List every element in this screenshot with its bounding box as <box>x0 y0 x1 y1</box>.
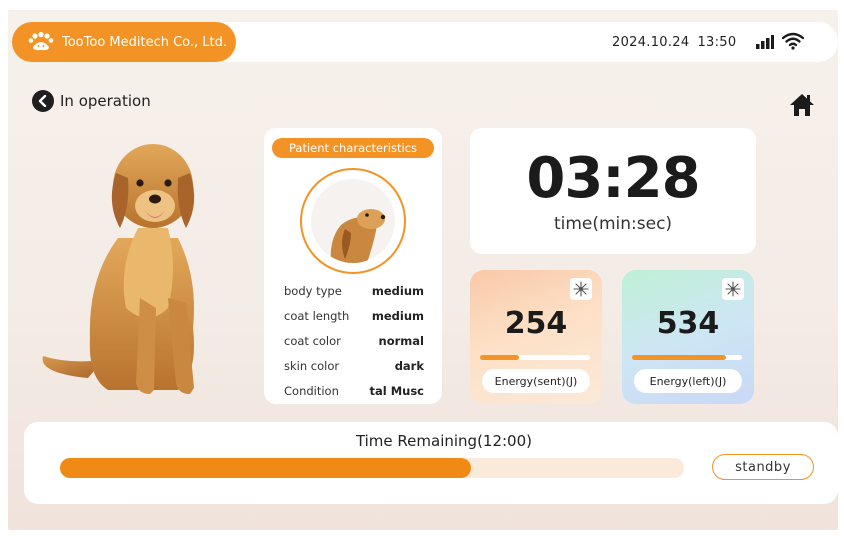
avatar-inner <box>311 179 395 263</box>
attribute-value: dark <box>394 358 424 373</box>
paw-logo-icon <box>28 31 54 51</box>
energy-left-value: 534 <box>656 306 720 341</box>
attribute-key: skin color <box>284 358 340 373</box>
standby-button[interactable]: standby <box>712 454 814 480</box>
attribute-row: coat color normal <box>284 328 424 353</box>
top-bar: TooToo Meditech Co., Ltd. 2024.10.24 13:… <box>12 22 838 62</box>
dog-portrait-icon <box>330 209 386 263</box>
time-text: 13:50 <box>697 34 737 50</box>
energy-sent-bar-fill <box>480 355 519 360</box>
energy-burst-icon <box>722 278 744 300</box>
energy-left-bar-fill <box>632 355 726 360</box>
attribute-value: tal Musc <box>369 383 425 398</box>
session-progress-fill <box>60 458 472 478</box>
attribute-row: coat length medium <box>284 303 424 328</box>
timer-card: 03:28 time(min:sec) <box>470 128 756 254</box>
home-icon[interactable] <box>788 92 816 118</box>
time-remaining-title: Time Remaining(12:00) <box>355 432 532 450</box>
energy-left-label: Energy(left)(J) <box>634 369 742 393</box>
attribute-key: body type <box>284 283 342 298</box>
session-progress-track <box>60 458 684 478</box>
attribute-key: coat length <box>284 308 350 323</box>
attribute-value: medium <box>371 308 424 323</box>
attribute-value: medium <box>371 283 424 298</box>
attribute-value: normal <box>378 333 424 348</box>
attribute-key: coat color <box>284 333 341 348</box>
energy-sent-label: Energy(sent)(J) <box>482 369 590 393</box>
patient-avatar <box>300 168 406 274</box>
energy-sent-value: 254 <box>504 306 568 341</box>
status-label: In operation <box>60 92 151 110</box>
datetime: 2024.10.24 13:50 <box>612 22 736 62</box>
patient-card: Patient characteristics body type medium… <box>264 128 442 404</box>
timer-value: 03:28 <box>526 146 700 211</box>
attribute-row: body type medium <box>284 278 424 303</box>
timer-unit: time(min:sec) <box>553 214 673 234</box>
device-screen: TooToo Meditech Co., Ltd. 2024.10.24 13:… <box>8 10 838 530</box>
status-row: In operation <box>32 90 151 112</box>
attribute-row: skin color dark <box>284 353 424 378</box>
attribute-list: body type medium coat length medium coat… <box>284 278 424 403</box>
attribute-row: Condition tal Musc <box>284 378 424 403</box>
energy-left-card: 534 Energy(left)(J) <box>622 270 754 404</box>
back-button[interactable] <box>32 90 54 112</box>
patient-title: Patient characteristics <box>272 138 434 158</box>
chevron-left-icon <box>38 95 47 107</box>
energy-left-bar <box>632 355 742 360</box>
energy-burst-icon <box>570 278 592 300</box>
energy-sent-bar <box>480 355 590 360</box>
signal-bars-icon <box>756 35 774 49</box>
dog-illustration <box>42 144 195 394</box>
date-text: 2024.10.24 <box>612 34 690 50</box>
session-panel: Time Remaining(12:00) standby <box>24 422 838 504</box>
energy-sent-card: 254 Energy(sent)(J) <box>470 270 602 404</box>
wifi-icon <box>782 32 804 50</box>
attribute-key: Condition <box>284 383 339 398</box>
brand-badge: TooToo Meditech Co., Ltd. <box>12 22 236 62</box>
company-name: TooToo Meditech Co., Ltd. <box>62 34 228 50</box>
